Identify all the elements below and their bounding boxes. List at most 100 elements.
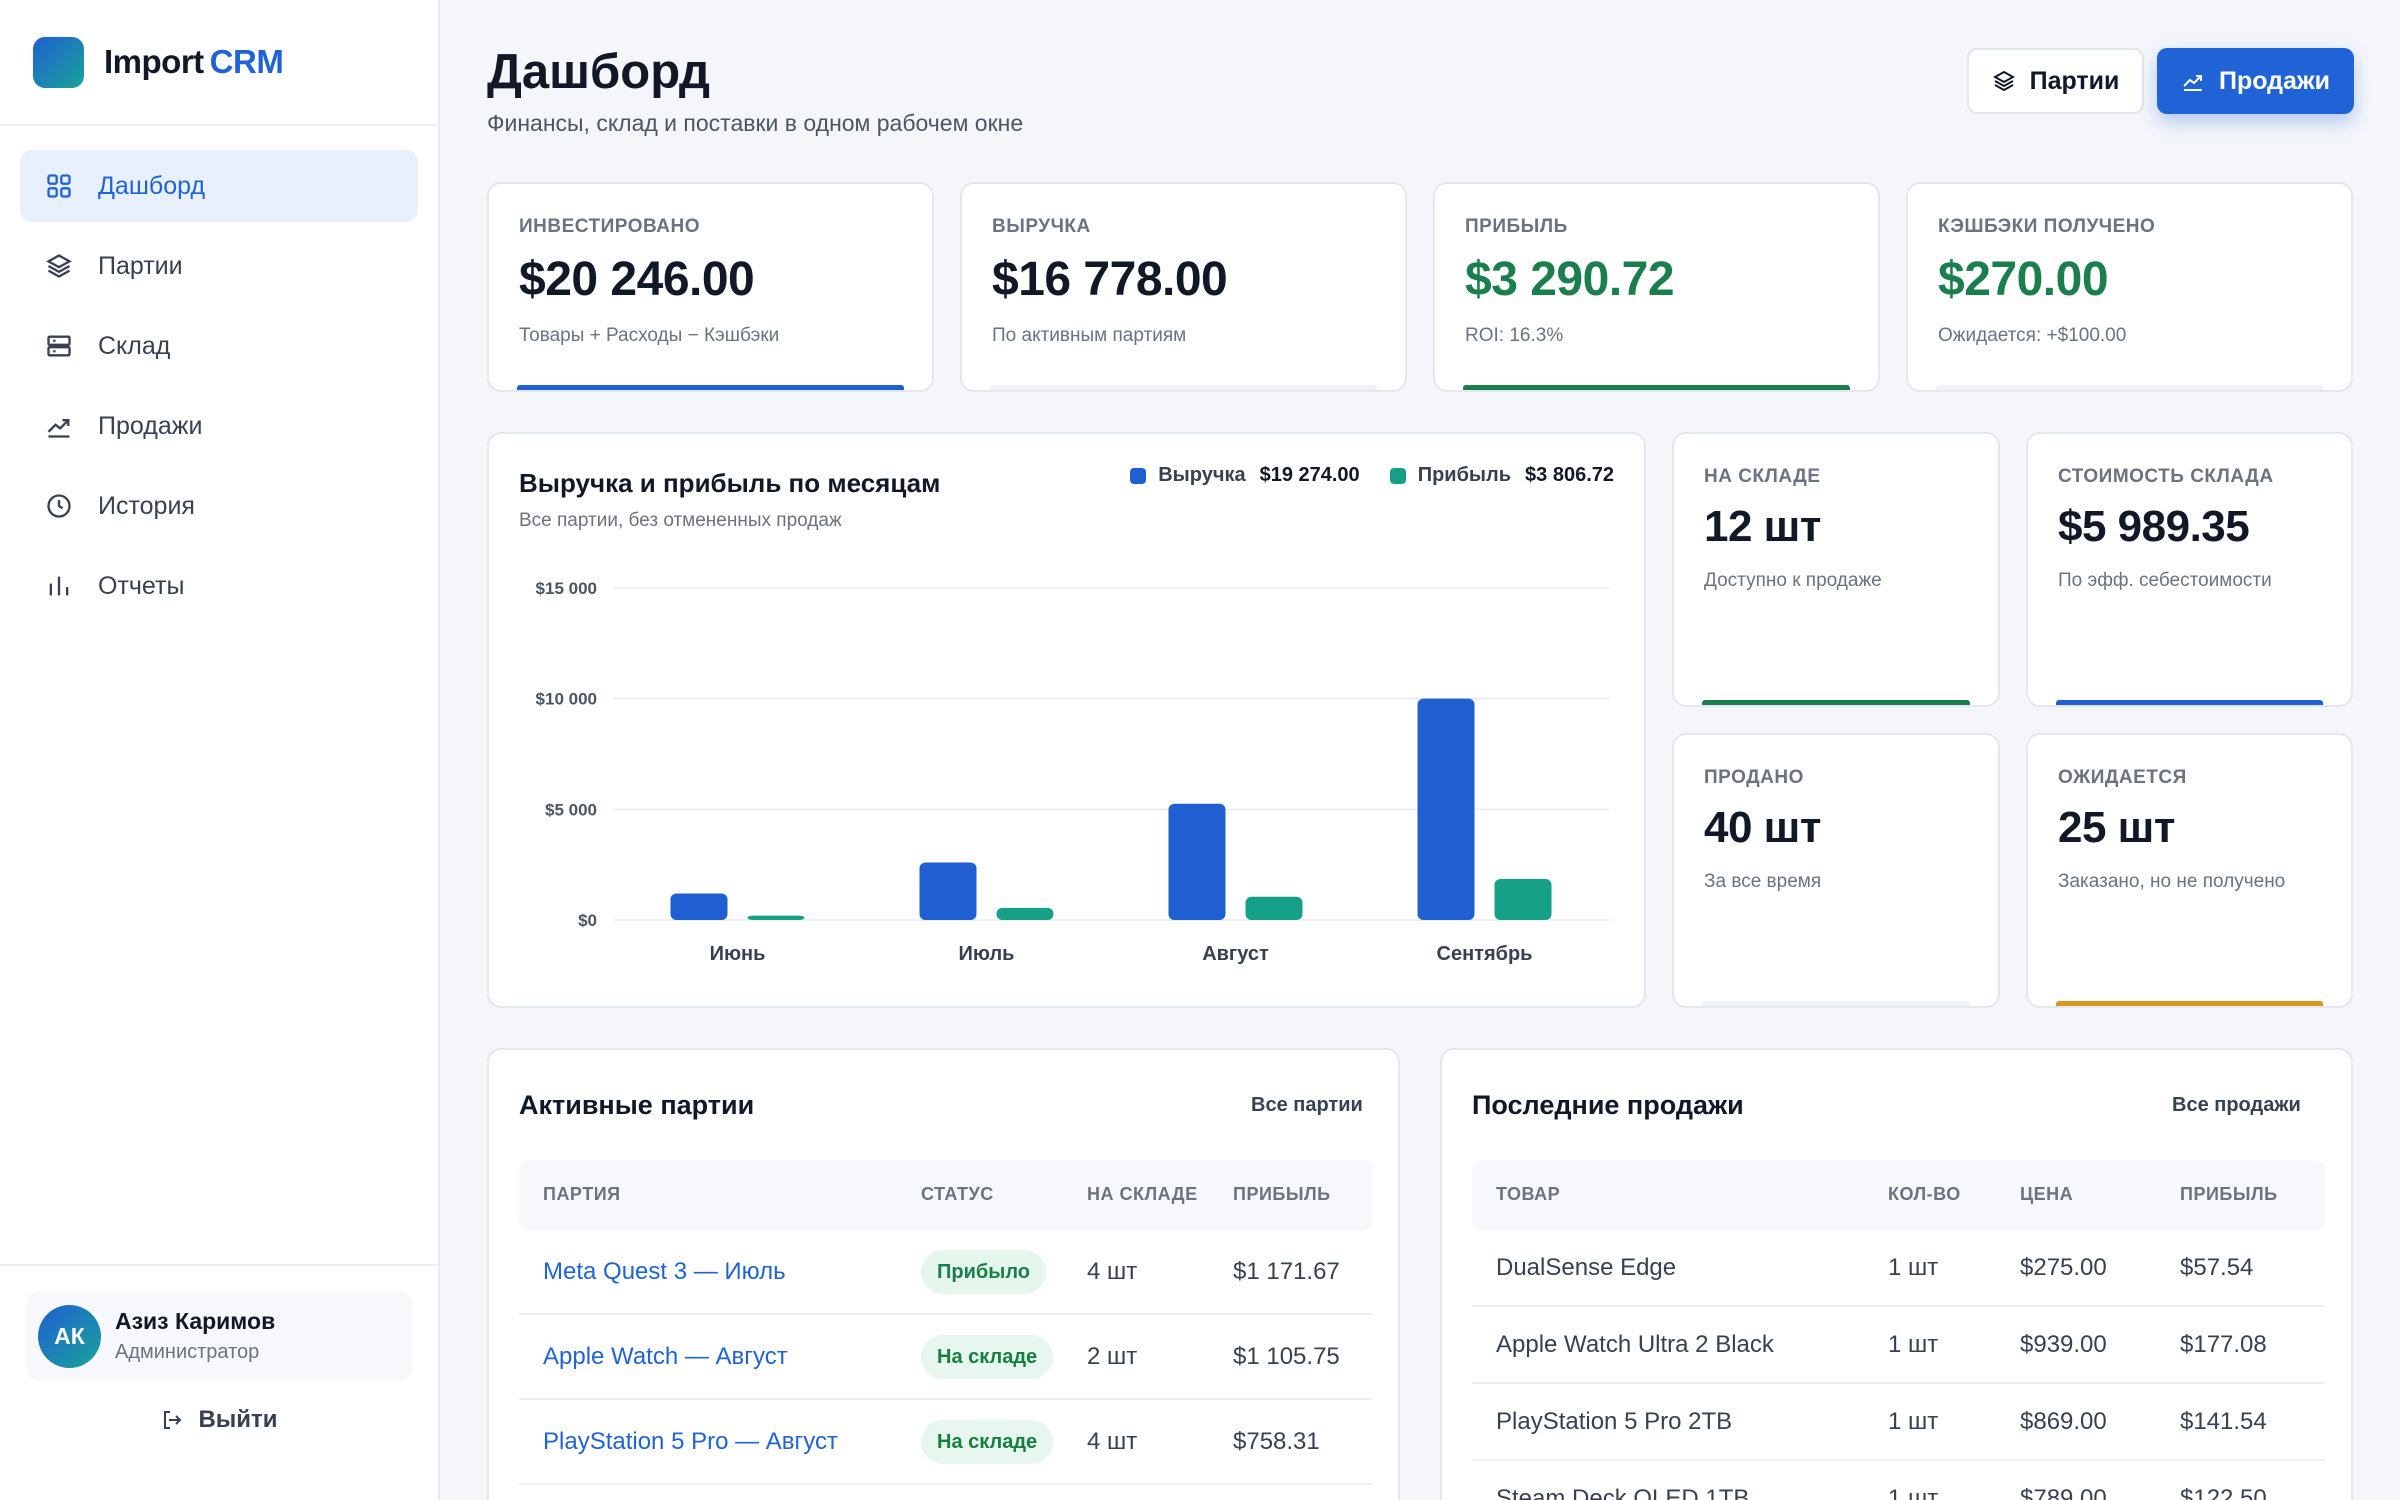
logout-button[interactable]: Выйти bbox=[0, 1406, 438, 1434]
table-row[interactable]: DualSense Edge 1 шт $275.00 $57.54 bbox=[1472, 1230, 2325, 1307]
y-tick-label: $15 000 bbox=[536, 579, 597, 598]
kpi-value: $270.00 bbox=[1938, 253, 2109, 306]
x-tick-label: Август bbox=[1202, 943, 1269, 965]
status-badge: На складе bbox=[921, 1335, 1054, 1379]
warehouse-icon bbox=[44, 331, 74, 361]
product-name: DualSense Edge bbox=[1496, 1254, 1677, 1281]
batch-name-link[interactable]: Apple Watch — Август bbox=[543, 1343, 788, 1371]
sidebar-item-warehouse[interactable]: Склад bbox=[20, 310, 418, 382]
sidebar-item-sales[interactable]: Продажи bbox=[20, 390, 418, 462]
kpi-card-profit: Прибыль $3 290.72 ROI: 16.3% bbox=[1433, 182, 1880, 392]
stat-note: По эфф. себестоимости bbox=[2058, 570, 2272, 591]
y-tick-label: $10 000 bbox=[536, 690, 597, 709]
kpi-note: Товары + Расходы − Кэшбэки bbox=[519, 325, 780, 346]
sidebar-item-history[interactable]: История bbox=[20, 470, 418, 542]
active-batches-title: Активные партии bbox=[519, 1090, 755, 1120]
stat-accent-bar bbox=[1702, 1001, 1970, 1006]
sidebar-item-label: Склад bbox=[98, 331, 171, 360]
column-header[interactable]: Партия bbox=[543, 1184, 621, 1205]
price: $869.00 bbox=[2020, 1408, 2107, 1435]
stat-label: Ожидается bbox=[2058, 767, 2187, 788]
chart-card: Выручка и прибыль по месяцам Все партии,… bbox=[487, 432, 1646, 1008]
avatar: АК bbox=[38, 1304, 101, 1368]
all-batches-link[interactable]: Все партии bbox=[1251, 1094, 1363, 1117]
sidebar-item-label: История bbox=[98, 491, 195, 520]
stat-note: Заказано, но не получено bbox=[2058, 871, 2286, 892]
status-badge: Прибыло bbox=[921, 1250, 1046, 1294]
column-header[interactable]: Статус bbox=[921, 1184, 994, 1205]
recent-sales-card: Последние продажи Все продажи Товар Кол-… bbox=[1440, 1048, 2353, 1500]
quantity: 1 шт bbox=[1888, 1408, 1939, 1435]
stat-value: 25 шт bbox=[2058, 803, 2175, 852]
batch-name-link[interactable]: Meta Quest 3 — Июль bbox=[543, 1258, 786, 1286]
active-batches-card: Активные партии Все партии Партия Статус… bbox=[487, 1048, 1400, 1500]
price: $789.00 bbox=[2020, 1485, 2107, 1500]
kpi-label: Инвестировано bbox=[519, 216, 700, 237]
sidebar-item-dashboard[interactable]: Дашборд bbox=[20, 150, 418, 222]
stat-label: Стоимость склада bbox=[2058, 466, 2274, 487]
brand[interactable]: Import CRM bbox=[0, 0, 438, 126]
stat-value: 40 шт bbox=[1704, 803, 1821, 852]
bar-profit bbox=[1245, 896, 1303, 920]
quantity: 1 шт bbox=[1888, 1331, 1939, 1358]
stat-accent-bar bbox=[2056, 700, 2323, 705]
stat-label: На складе bbox=[1704, 466, 1821, 487]
kpi-card-revenue: Выручка $16 778.00 По активным партиям bbox=[960, 182, 1407, 392]
stat-value: $5 989.35 bbox=[2058, 502, 2250, 551]
kpi-value: $16 778.00 bbox=[992, 253, 1228, 306]
sidebar-item-label: Дашборд bbox=[98, 171, 206, 200]
table-row[interactable]: Apple Watch — Август На складе 2 шт $1 1… bbox=[519, 1315, 1372, 1400]
table-row[interactable]: Meta Quest 3 — Июль Прибыло 4 шт $1 171.… bbox=[519, 1230, 1372, 1315]
sidebar-item-label: Партии bbox=[98, 251, 183, 280]
sales-button[interactable]: Продажи bbox=[2157, 48, 2354, 114]
logout-label: Выйти bbox=[198, 1406, 278, 1433]
bar-chart: $0 $5 000 $10 000 $15 000 Июнь Июль Август Сент… bbox=[536, 579, 1609, 965]
trend-icon bbox=[2183, 75, 2202, 91]
table-row[interactable]: Steam Deck OLED 1TB 1 шт $789.00 $122.50 bbox=[1472, 1461, 2325, 1500]
bar-revenue bbox=[1168, 803, 1226, 920]
batches-button[interactable]: Партии bbox=[1967, 48, 2144, 114]
sidebar-item-reports[interactable]: Отчеты bbox=[20, 550, 418, 622]
sidebar-item-batches[interactable]: Партии bbox=[20, 230, 418, 302]
stat-accent-bar bbox=[2056, 1001, 2323, 1006]
bar-revenue bbox=[1417, 698, 1475, 920]
column-header[interactable]: На складе bbox=[1087, 1184, 1198, 1205]
table-row[interactable]: Apple Watch Ultra 2 Black 1 шт $939.00 $… bbox=[1472, 1307, 2325, 1384]
page-title: Дашборд bbox=[487, 45, 711, 99]
sidebar-nav: Дашборд Партии Склад Продажи История Отч… bbox=[0, 126, 438, 654]
product-name: Apple Watch Ultra 2 Black bbox=[1496, 1331, 1774, 1358]
status-badge: На складе bbox=[921, 1420, 1054, 1464]
column-header[interactable]: Кол-во bbox=[1888, 1184, 1961, 1205]
stat-card-sold: Продано 40 шт За все время bbox=[1672, 733, 2000, 1008]
all-sales-link[interactable]: Все продажи bbox=[2172, 1094, 2301, 1117]
kpi-accent-bar bbox=[1936, 385, 2323, 390]
table-row[interactable]: PlayStation 5 Pro — Август На складе 4 ш… bbox=[519, 1400, 1372, 1485]
brand-name-part1: Import bbox=[104, 43, 204, 80]
brand-name: Import CRM bbox=[104, 43, 284, 81]
profit-value: $122.50 bbox=[2180, 1485, 2267, 1500]
column-header[interactable]: Прибыль bbox=[1233, 1184, 1331, 1205]
price: $939.00 bbox=[2020, 1331, 2107, 1358]
kpi-value: $3 290.72 bbox=[1465, 253, 1675, 306]
profit-value: $1 105.75 bbox=[1233, 1343, 1340, 1370]
kpi-note: Ожидается: +$100.00 bbox=[1938, 325, 2127, 346]
quantity: 1 шт bbox=[1888, 1254, 1939, 1281]
kpi-card-cashback: Кэшбэки получено $270.00 Ожидается: +$10… bbox=[1906, 182, 2353, 392]
sidebar: ImportCRM Дашборд Партии Склад Продажи bbox=[0, 0, 440, 1500]
y-tick-label: $0 bbox=[578, 911, 597, 930]
kpi-note: По активным партиям bbox=[992, 325, 1187, 346]
quantity: 1 шт bbox=[1888, 1485, 1939, 1500]
column-header[interactable]: Цена bbox=[2020, 1184, 2073, 1205]
table-row[interactable]: PlayStation 5 Pro 2TB 1 шт $869.00 $141.… bbox=[1472, 1384, 2325, 1461]
user-block: АК Азиз Каримов Администратор Выйти bbox=[0, 1264, 438, 1500]
column-header[interactable]: Прибыль bbox=[2180, 1184, 2278, 1205]
kpi-accent-bar bbox=[990, 385, 1377, 390]
recent-sales-title: Последние продажи bbox=[1472, 1090, 1744, 1120]
clock-icon bbox=[44, 491, 74, 521]
batch-name-link[interactable]: PlayStation 5 Pro — Август bbox=[543, 1428, 838, 1456]
stat-card-expected: Ожидается 25 шт Заказано, но не получено bbox=[2026, 733, 2353, 1008]
kpi-label: Прибыль bbox=[1465, 216, 1568, 237]
column-header[interactable]: Товар bbox=[1496, 1184, 1560, 1205]
user-card[interactable]: АК Азиз Каримов Администратор bbox=[26, 1292, 412, 1380]
stat-value: 12 шт bbox=[1704, 502, 1821, 551]
